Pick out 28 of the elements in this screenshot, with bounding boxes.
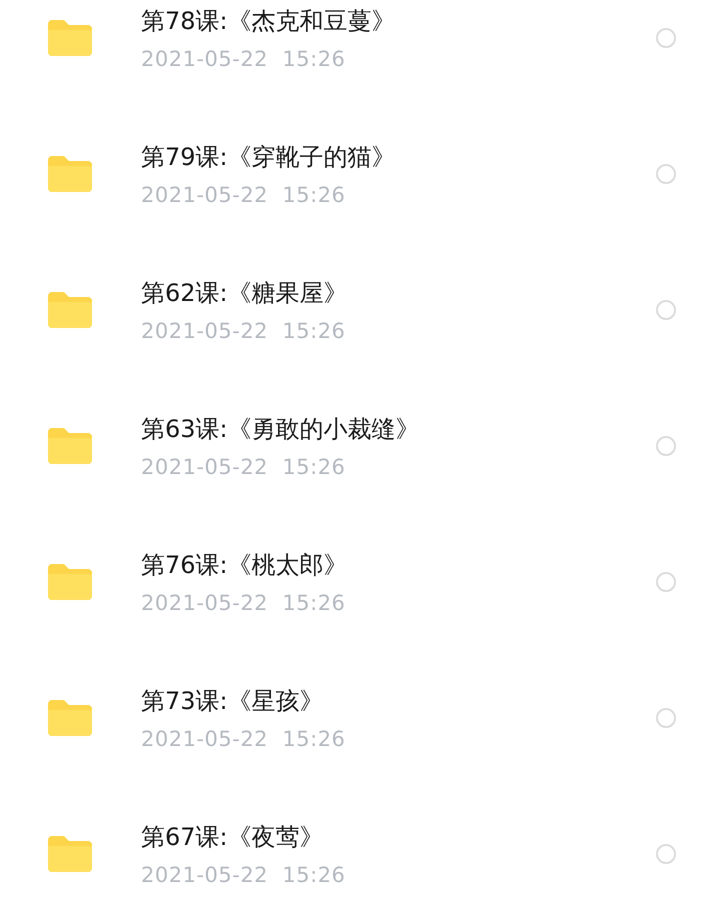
folder-icon <box>48 700 92 736</box>
file-title: 第63课:《勇敢的小裁缝》 <box>141 414 421 445</box>
select-radio[interactable] <box>656 436 676 456</box>
file-title: 第73课:《星孩》 <box>141 686 325 717</box>
folder-icon <box>48 20 92 56</box>
file-date: 2021-05-22 15:26 <box>141 47 346 71</box>
select-radio[interactable] <box>656 28 676 48</box>
file-date: 2021-05-22 15:26 <box>141 863 346 887</box>
select-radio[interactable] <box>656 844 676 864</box>
file-title: 第76课:《桃太郎》 <box>141 550 349 581</box>
folder-icon <box>48 836 92 872</box>
file-title: 第67课:《夜莺》 <box>141 822 325 853</box>
folder-icon <box>48 156 92 192</box>
file-date: 2021-05-22 15:26 <box>141 319 346 343</box>
select-radio[interactable] <box>656 300 676 320</box>
file-title: 第62课:《糖果屋》 <box>141 278 349 309</box>
folder-icon <box>48 292 92 328</box>
file-date: 2021-05-22 15:26 <box>141 727 346 751</box>
file-date: 2021-05-22 15:26 <box>141 591 346 615</box>
folder-icon <box>48 428 92 464</box>
select-radio[interactable] <box>656 708 676 728</box>
select-radio[interactable] <box>656 572 676 592</box>
file-title: 第78课:《杰克和豆蔓》 <box>141 6 397 37</box>
folder-icon <box>48 564 92 600</box>
file-date: 2021-05-22 15:26 <box>141 183 346 207</box>
file-title: 第79课:《穿靴子的猫》 <box>141 142 397 173</box>
select-radio[interactable] <box>656 164 676 184</box>
file-date: 2021-05-22 15:26 <box>141 455 346 479</box>
